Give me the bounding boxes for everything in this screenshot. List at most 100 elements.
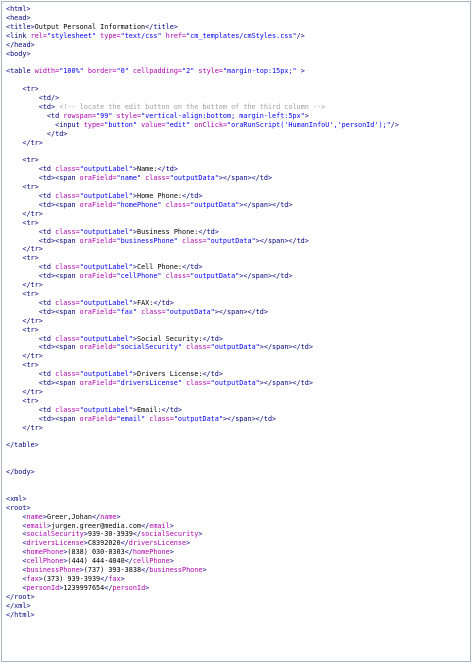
code-token: <td [38,263,56,272]
code-token: email [149,521,170,530]
code-token: </td> [153,298,174,307]
code-line: <td><span oraField="cellPhone" class="ou… [6,272,468,281]
code-token: <td [46,111,64,120]
code-line: <name>Greer,Johan</name> [6,513,468,522]
code-token: "outputData" [169,174,219,183]
code-token: "button" [104,120,137,129]
code-token: <tr> [22,85,39,94]
code-token: name [100,512,117,521]
code-token: <body> [6,49,31,58]
code-token: > [304,111,309,120]
code-token: (838) 030-0303 [67,548,125,557]
code-line: <td><span oraField="homePhone" class="ou… [6,201,468,210]
code-line: <td><span oraField="email" class="output… [6,415,468,424]
code-token: <td><span [38,236,80,245]
code-token: name [26,512,43,521]
code-line: <title>Output Personal Information</titl… [6,23,468,32]
code-line: <tr> [6,290,468,299]
code-token: <html> [6,5,31,13]
code-token: class= [55,165,80,174]
code-token: ></span></td> [239,200,293,209]
code-token: cellPhone [26,557,64,566]
code-token: <td><span [38,272,80,281]
code-token: </ [120,539,129,548]
code-token: oraField= [79,272,117,281]
code-token: oraField= [79,307,117,316]
code-token: <td><span [38,174,80,183]
code-token: <tr> [22,218,39,227]
code-token: type= [83,120,105,129]
code-token: "text/css" [120,31,162,40]
code-line: <td><span oraField="fax" class="outputDa… [6,308,468,317]
code-token: <head> [6,13,31,22]
code-token: ></span></td> [222,414,277,423]
code-token: ></span></td> [218,174,273,183]
code-line: <td class="outputLabel">Name:</td> [6,165,468,174]
code-line: </tr> [6,245,468,254]
code-token: "outputLabel" [79,263,133,272]
code-token: <td> [38,102,60,111]
code-token: </table> [6,441,39,450]
code-line: <tr> [6,219,468,228]
code-token: socialSecurity [26,530,84,539]
code-token: Output Personal Information [34,22,146,31]
code-line: </tr> [6,281,468,290]
code-line: <td class="outputLabel">Email:</td> [6,406,468,415]
code-token: class= [55,192,80,201]
code-token: > [120,575,125,583]
code-line: <link rel="stylesheet" type="text/css" h… [6,32,468,41]
code-token: "homePhone" [116,200,162,209]
code-token: ></span></td> [239,272,293,281]
code-token: > [202,566,207,575]
code-token: Cell Phone: [136,263,182,272]
code-token: > [116,512,121,521]
code-line: <td class="outputLabel">FAX:</td> [6,299,468,308]
code-line: <td class="outputLabel">Drivers License:… [6,370,468,379]
code-token: businessPhone [149,566,203,575]
code-token: ></span></td> [259,379,313,388]
code-token: ></span></td> [255,236,309,245]
code-token: homePhone [132,548,170,557]
code-token: class= [141,307,166,316]
code-token: "fax" [116,307,137,316]
code-line: <td/> [6,94,468,103]
code-token: jurgen.greer@media.com [51,521,142,530]
code-token: rowspan= [63,111,97,120]
code-token: Email: [136,405,162,414]
code-token: class= [165,272,191,281]
code-line: <td><span oraField="socialSecurity" clas… [6,343,468,352]
code-token: <td [38,298,56,307]
code-token: </xml> [6,601,31,610]
code-line: </root> [6,593,468,602]
code-token: > [198,530,203,539]
source-code-listing: <html> <head> <title>Output Personal Infor… [6,5,468,620]
code-token: email [26,521,47,530]
code-token: </ [124,557,133,566]
code-line: <td><span oraField="businessPhone" class… [6,237,468,246]
code-token: oraField= [79,379,117,388]
code-token: href= [165,31,187,40]
code-token: "name" [116,174,142,183]
code-line: <personId>1239997654</personId> [6,584,468,593]
code-line: </tr> [6,424,468,433]
code-token: "driversLicense" [116,379,182,388]
code-token: </td> [202,334,223,343]
code-token: driversLicense [128,539,187,548]
code-line: <td><span oraField="driversLicense" clas… [6,379,468,388]
code-token: rel= [30,31,47,40]
code-token: class= [149,414,174,423]
